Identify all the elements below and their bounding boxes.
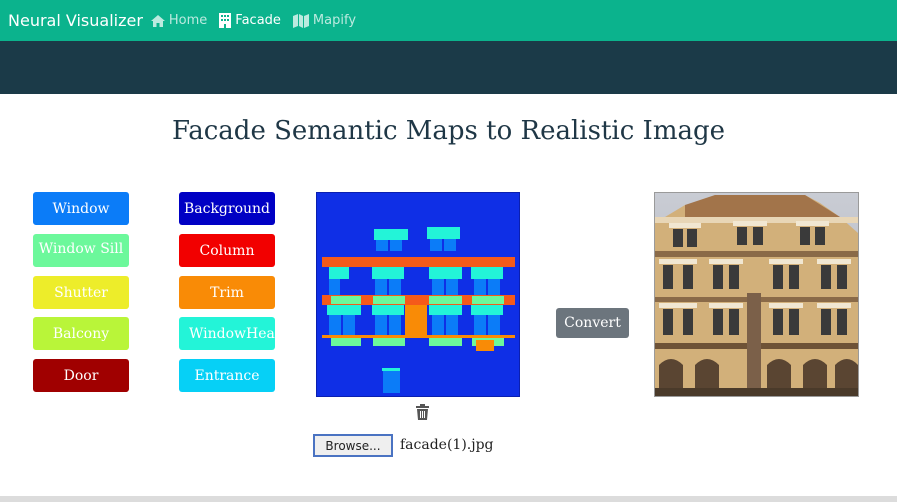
map-icon xyxy=(292,13,309,28)
label-button-entrance[interactable]: Entrance xyxy=(179,359,275,392)
semantic-map-drawing xyxy=(317,193,519,396)
label-button-background[interactable]: Background xyxy=(179,192,275,225)
semantic-map-canvas[interactable] xyxy=(316,192,520,397)
nav-item-home[interactable]: Home xyxy=(150,13,208,28)
label-button-column[interactable]: Column xyxy=(179,234,275,267)
building-icon xyxy=(219,13,232,28)
generated-image xyxy=(654,192,859,397)
browse-button[interactable]: Browse... xyxy=(313,434,393,457)
trash-icon[interactable] xyxy=(416,404,429,420)
label-button-window[interactable]: Window xyxy=(33,192,129,225)
label-button-shutter[interactable]: Shutter xyxy=(33,276,129,309)
footer-divider xyxy=(0,496,897,502)
header-banner xyxy=(0,41,897,94)
page-title: Facade Semantic Maps to Realistic Image xyxy=(171,116,726,146)
label-button-trim[interactable]: Trim xyxy=(179,276,275,309)
nav-item-label: Home xyxy=(168,13,208,28)
label-button-windowhead[interactable]: WindowHead xyxy=(179,317,275,350)
nav-item-label: Facade xyxy=(235,13,281,28)
home-icon xyxy=(150,14,165,27)
label-button-window-sill[interactable]: Window Sill xyxy=(33,234,129,267)
selected-file-name: facade(1).jpg xyxy=(400,437,494,453)
nav-item-label: Mapify xyxy=(312,13,357,28)
convert-button[interactable]: Convert xyxy=(556,308,629,338)
facade-photo xyxy=(655,193,858,396)
label-button-door[interactable]: Door xyxy=(33,359,129,392)
nav-item-facade[interactable]: Facade xyxy=(219,13,281,28)
navbar: Neural Visualizer Home Facade Mapify xyxy=(0,0,897,41)
label-button-balcony[interactable]: Balcony xyxy=(33,317,129,350)
brand[interactable]: Neural Visualizer xyxy=(8,11,143,30)
nav-item-mapify[interactable]: Mapify xyxy=(292,13,357,28)
